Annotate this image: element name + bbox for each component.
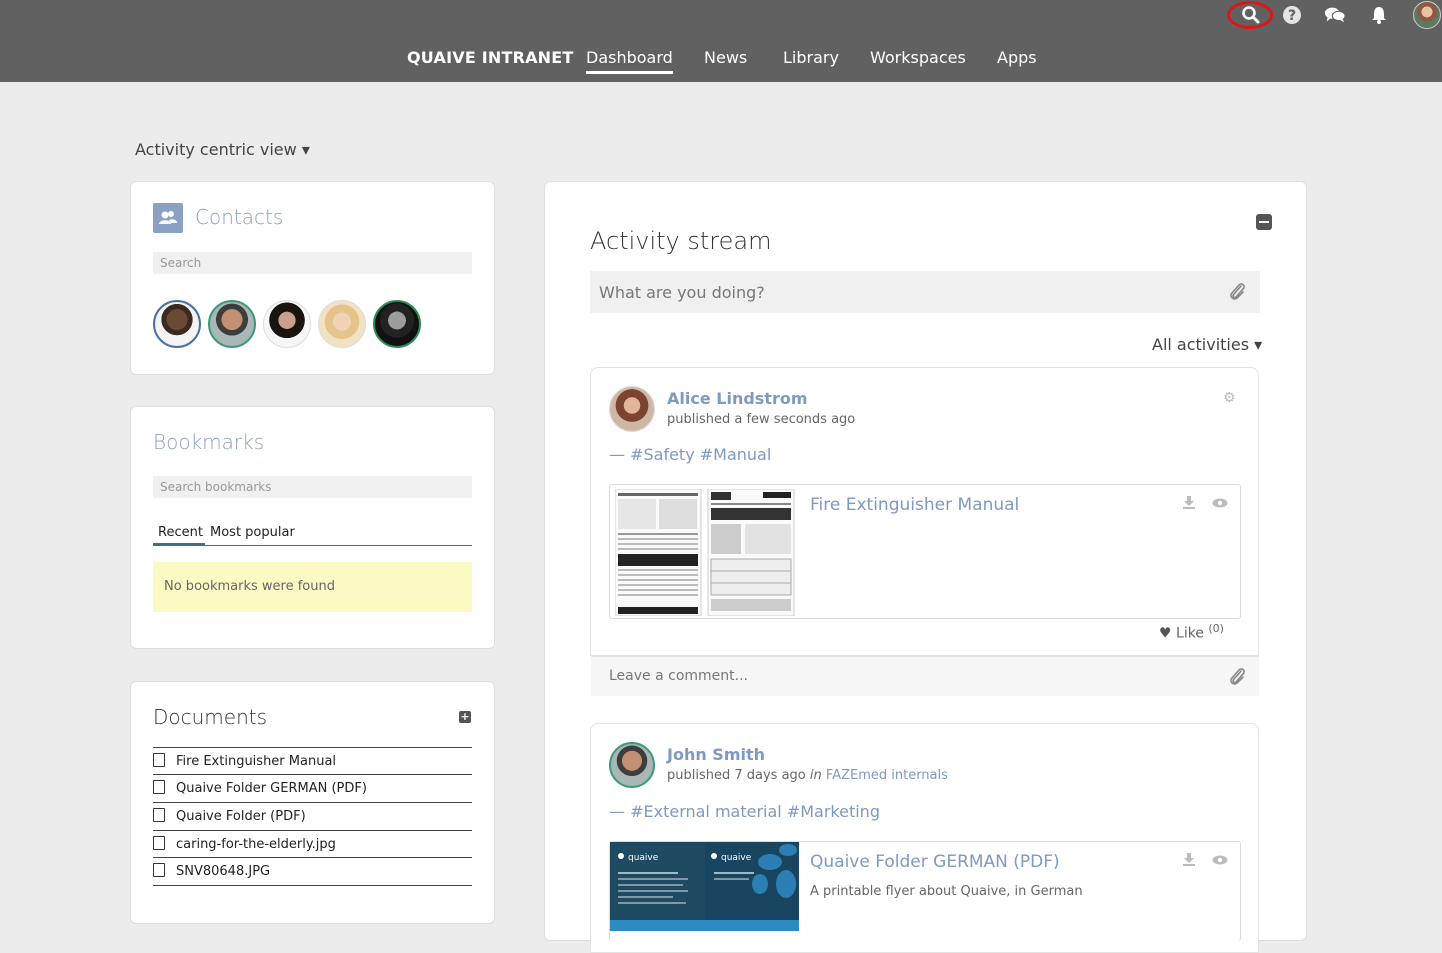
activity-stream-title: Activity stream xyxy=(590,227,772,255)
bookmarks-title: Bookmarks xyxy=(153,430,265,454)
paperclip-icon[interactable] xyxy=(1227,666,1247,692)
user-avatar[interactable] xyxy=(1413,1,1441,29)
post-tags[interactable]: — #Safety #Manual xyxy=(609,445,771,464)
tab-recent[interactable]: Recent xyxy=(158,525,203,540)
preview-eye-icon[interactable] xyxy=(1212,854,1228,869)
author-avatar[interactable] xyxy=(609,386,655,432)
download-icon[interactable] xyxy=(1182,495,1196,513)
tab-most-popular[interactable]: Most popular xyxy=(210,525,295,540)
author-avatar[interactable] xyxy=(609,742,655,788)
preview-eye-icon[interactable] xyxy=(1212,497,1228,512)
download-icon[interactable] xyxy=(1182,852,1196,870)
contact-avatar[interactable] xyxy=(318,300,366,348)
post-meta: published 7 days ago in FAZEmed internal… xyxy=(667,768,948,783)
document-item[interactable]: Quaive Folder (PDF) xyxy=(153,802,472,829)
nav-apps[interactable]: Apps xyxy=(997,48,1037,67)
bell-icon[interactable] xyxy=(1368,4,1390,26)
comment-placeholder: Leave a comment... xyxy=(609,668,748,684)
workspace-link[interactable]: FAZEmed internals xyxy=(826,768,948,783)
add-document-icon[interactable]: + xyxy=(459,711,471,723)
search-icon[interactable] xyxy=(1240,4,1262,26)
file-title[interactable]: Fire Extinguisher Manual xyxy=(810,495,1019,515)
bookmarks-tab-active-indicator xyxy=(153,543,205,546)
contacts-icon xyxy=(153,203,183,233)
activity-filter-dropdown[interactable]: All activities ▾ xyxy=(1152,335,1262,354)
document-item[interactable]: Fire Extinguisher Manual xyxy=(153,747,472,774)
post-meta: published a few seconds ago xyxy=(667,412,856,427)
thumb-brand-left: quaive xyxy=(628,853,659,863)
svg-text:?: ? xyxy=(1288,8,1296,24)
status-input[interactable]: What are you doing? xyxy=(590,271,1260,313)
file-description: A printable flyer about Quaive, in Germa… xyxy=(810,884,1083,899)
post-tags[interactable]: — #External material #Marketing xyxy=(609,802,880,821)
bookmarks-search-input[interactable]: Search bookmarks xyxy=(153,476,472,498)
brand-title[interactable]: QUAIVE INTRANET xyxy=(407,48,574,67)
contacts-search-input[interactable]: Search xyxy=(153,252,472,274)
contact-avatar[interactable] xyxy=(208,300,256,348)
file-thumbnail[interactable]: quaive quaive xyxy=(610,842,799,931)
heart-icon: ♥ xyxy=(1159,625,1172,642)
bookmarks-empty-message: No bookmarks were found xyxy=(153,562,472,612)
file-title[interactable]: Quaive Folder GERMAN (PDF) xyxy=(810,852,1060,872)
nav-workspaces[interactable]: Workspaces xyxy=(870,48,966,67)
contact-avatar[interactable] xyxy=(153,300,201,348)
like-label: Like xyxy=(1176,625,1204,642)
settings-gear-icon[interactable]: ⚙ xyxy=(1223,390,1236,406)
nav-news[interactable]: News xyxy=(704,48,747,67)
document-item[interactable]: SNV80648.JPG xyxy=(153,857,472,886)
nav-library[interactable]: Library xyxy=(783,48,839,67)
like-button[interactable]: ♥ Like (0) xyxy=(1159,622,1224,642)
chat-icon[interactable] xyxy=(1324,4,1346,26)
status-placeholder: What are you doing? xyxy=(599,283,765,302)
top-navbar: QUAIVE INTRANET Dashboard News Library W… xyxy=(0,0,1442,82)
documents-title: Documents xyxy=(153,705,268,729)
file-icon xyxy=(153,863,165,877)
file-icon xyxy=(153,753,165,767)
help-icon[interactable]: ? xyxy=(1281,4,1303,26)
comment-input[interactable]: Leave a comment... xyxy=(591,656,1259,696)
post-author[interactable]: John Smith xyxy=(667,745,765,764)
collapse-icon[interactable] xyxy=(1256,214,1272,230)
paperclip-icon[interactable] xyxy=(1227,281,1247,307)
contact-avatar[interactable] xyxy=(373,300,421,348)
contact-avatar[interactable] xyxy=(263,300,311,348)
nav-dashboard[interactable]: Dashboard xyxy=(586,48,673,74)
file-icon xyxy=(153,780,165,794)
file-icon xyxy=(153,836,165,850)
post-author[interactable]: Alice Lindstrom xyxy=(667,389,808,408)
like-count: (0) xyxy=(1208,622,1224,635)
document-item[interactable]: caring-for-the-elderly.jpg xyxy=(153,830,472,857)
contacts-title: Contacts xyxy=(195,205,284,229)
thumb-brand-right: quaive xyxy=(721,853,752,863)
document-item[interactable]: Quaive Folder GERMAN (PDF) xyxy=(153,774,472,801)
file-icon xyxy=(153,808,165,822)
activity-filter-label: All activities xyxy=(1152,335,1250,354)
file-thumbnail[interactable] xyxy=(615,489,800,616)
view-toggle[interactable]: Activity centric view ▾ xyxy=(135,140,310,159)
